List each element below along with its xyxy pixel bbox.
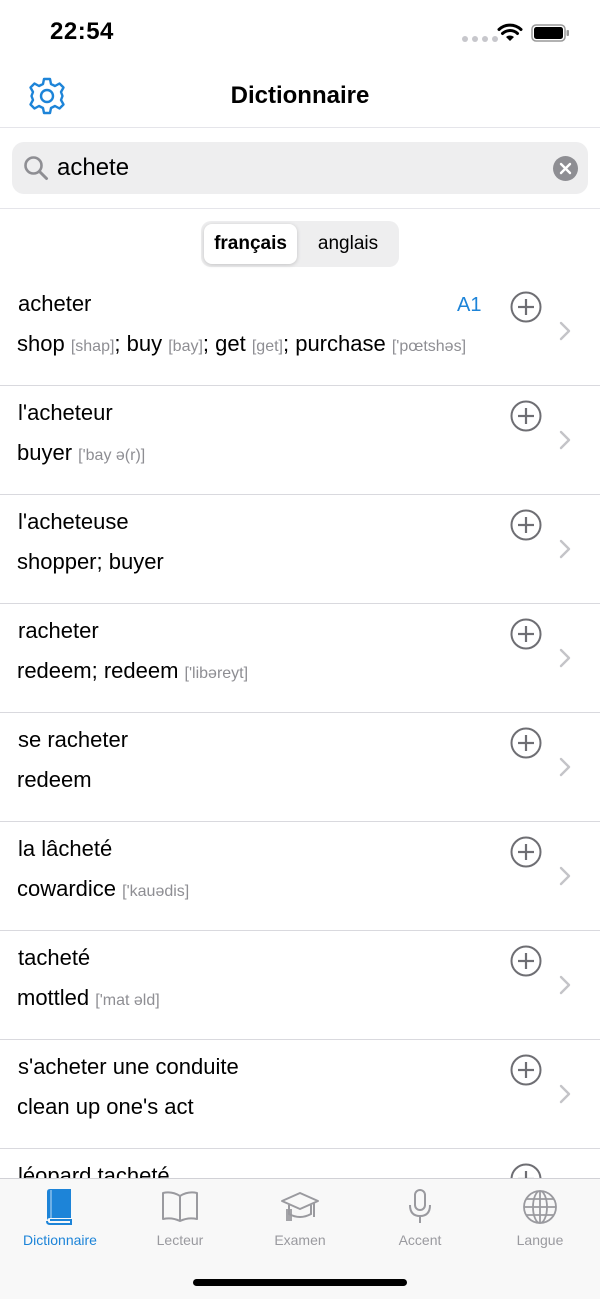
- entry-translation: redeem; redeem ['libəreyt]: [17, 658, 248, 684]
- entry-translation: redeem: [17, 767, 92, 793]
- tab-lecteur[interactable]: Lecteur: [120, 1179, 240, 1259]
- entry-word: tacheté: [18, 945, 91, 970]
- tab-accent[interactable]: Accent: [360, 1179, 480, 1259]
- tab-label: Accent: [398, 1232, 442, 1248]
- pronunciation: ['bay ə(r)]: [78, 447, 146, 464]
- add-circle-icon[interactable]: [510, 291, 542, 323]
- tab-examen[interactable]: Examen: [240, 1179, 360, 1259]
- translation-text: ; get: [202, 331, 252, 356]
- tab-label: Examen: [274, 1232, 326, 1248]
- list-item[interactable]: léopard tacheté: [0, 1149, 600, 1178]
- list-item[interactable]: l'acheteuse shopper; buyer: [0, 495, 600, 604]
- search-input[interactable]: [57, 142, 537, 194]
- chevron-right-icon: [559, 757, 571, 777]
- cellular-signal-icon: [462, 36, 498, 42]
- chevron-right-icon: [559, 975, 571, 995]
- pronunciation: ['kauədis]: [122, 883, 190, 900]
- chevron-right-icon: [559, 1084, 571, 1104]
- pronunciation: ['mat əld]: [95, 992, 160, 1009]
- clear-icon[interactable]: [553, 156, 578, 181]
- book-icon: [46, 1189, 72, 1225]
- tab-label: Langue: [516, 1232, 564, 1248]
- add-circle-icon[interactable]: [510, 727, 542, 759]
- status-time: 22:54: [50, 18, 114, 45]
- entry-translation: buyer ['bay ə(r)]: [17, 440, 145, 466]
- entry-word: l'acheteur: [18, 400, 113, 425]
- translation-text: cowardice: [17, 876, 123, 901]
- battery-icon: [531, 24, 569, 42]
- list-item[interactable]: se racheter redeem: [0, 713, 600, 822]
- search-icon: [24, 156, 48, 180]
- add-circle-icon[interactable]: [510, 1054, 542, 1086]
- segment-francais[interactable]: français: [204, 224, 297, 264]
- entry-translation: clean up one's act: [17, 1094, 194, 1120]
- tab-bar: Dictionnaire Lecteur Examen Accent Langu…: [0, 1178, 600, 1299]
- translation-text: buyer: [17, 440, 79, 465]
- tab-dictionnaire[interactable]: Dictionnaire: [0, 1179, 120, 1259]
- home-indicator: [193, 1279, 407, 1286]
- entry-translation: shop [shap]; buy [bay]; get [get]; purch…: [17, 331, 466, 357]
- translation-text: ; buy: [114, 331, 169, 356]
- chevron-right-icon: [559, 866, 571, 886]
- pronunciation: [shap]: [70, 338, 115, 355]
- microphone-icon: [409, 1189, 431, 1223]
- status-bar: 22:54: [0, 0, 600, 62]
- search-area: [0, 128, 600, 209]
- entry-word: acheter: [18, 291, 92, 316]
- level-badge: A1: [457, 294, 482, 316]
- tab-label: Dictionnaire: [23, 1232, 97, 1248]
- entry-word: se racheter: [18, 727, 129, 752]
- translation-text: redeem; redeem: [17, 658, 185, 683]
- add-circle-icon[interactable]: [510, 1163, 542, 1178]
- add-circle-icon[interactable]: [510, 400, 542, 432]
- add-circle-icon[interactable]: [510, 836, 542, 868]
- globe-icon: [523, 1190, 557, 1224]
- entry-word: s'acheter une conduite: [18, 1054, 239, 1079]
- tab-langue[interactable]: Langue: [480, 1179, 600, 1259]
- results-list: acheter shop [shap]; buy [bay]; get [get]…: [0, 277, 600, 1178]
- segment-anglais[interactable]: anglais: [300, 224, 396, 264]
- page-title: Dictionnaire: [230, 82, 370, 109]
- list-item[interactable]: s'acheter une conduite clean up one's act: [0, 1040, 600, 1149]
- wifi-icon: [497, 23, 523, 41]
- list-item[interactable]: la lâcheté cowardice ['kauədis]: [0, 822, 600, 931]
- entry-word: la lâcheté: [18, 836, 113, 861]
- list-item[interactable]: l'acheteur buyer ['bay ə(r)]: [0, 386, 600, 495]
- translation-text: clean up one's act: [17, 1094, 194, 1119]
- entry-translation: cowardice ['kauədis]: [17, 876, 189, 902]
- translation-text: ; purchase: [282, 331, 392, 356]
- pronunciation: [get]: [251, 338, 283, 355]
- translation-text: shop: [17, 331, 71, 356]
- search-bar[interactable]: [12, 142, 588, 194]
- translation-text: redeem: [17, 767, 92, 792]
- chevron-right-icon: [559, 539, 571, 559]
- entry-word: léopard tacheté: [18, 1163, 170, 1178]
- entry-translation: shopper; buyer: [17, 549, 164, 575]
- entry-translation: mottled ['mat əld]: [17, 985, 160, 1011]
- add-circle-icon[interactable]: [510, 618, 542, 650]
- list-item[interactable]: tacheté mottled ['mat əld]: [0, 931, 600, 1040]
- add-circle-icon[interactable]: [510, 509, 542, 541]
- pronunciation: [bay]: [168, 338, 203, 355]
- pronunciation: ['pœtshəs]: [391, 338, 467, 355]
- chevron-right-icon: [559, 648, 571, 668]
- open-book-icon: [162, 1191, 198, 1222]
- list-item[interactable]: acheter shop [shap]; buy [bay]; get [get]…: [0, 277, 600, 386]
- list-item[interactable]: racheter redeem; redeem ['libəreyt]: [0, 604, 600, 713]
- entry-word: racheter: [18, 618, 99, 643]
- add-circle-icon[interactable]: [510, 945, 542, 977]
- navigation-bar: Dictionnaire: [0, 62, 600, 128]
- entry-word: l'acheteuse: [18, 509, 129, 534]
- chevron-right-icon: [559, 321, 571, 341]
- translation-text: shopper; buyer: [17, 549, 164, 574]
- translation-text: mottled: [17, 985, 96, 1010]
- language-segmented-control: français anglais: [201, 221, 399, 267]
- chevron-right-icon: [559, 430, 571, 450]
- tab-label: Lecteur: [156, 1232, 204, 1248]
- pronunciation: ['libəreyt]: [184, 665, 249, 682]
- graduation-cap-icon: [281, 1192, 319, 1221]
